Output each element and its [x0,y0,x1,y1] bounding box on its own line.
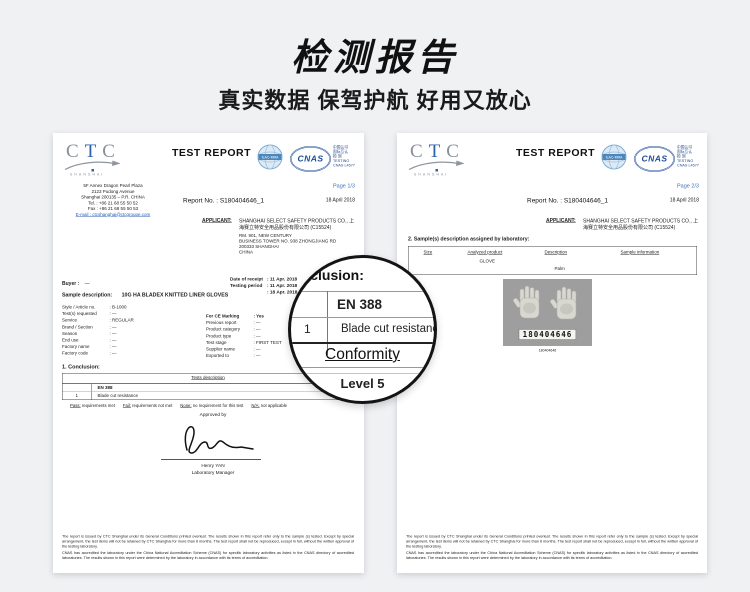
test-report-page-2: CTC SHANGHAI TEST REPORT ILAC-MRA ILAC-M… [397,133,707,573]
ilac-mra-logo: ILAC-MRA ILAC-MRA [257,144,283,170]
signature-rule [161,459,261,460]
accreditation-line: CNAS L4577 [333,163,355,168]
applicant-label: APPLICANT: [202,218,232,224]
report-date-line: : 18 Apr. 2018 [230,289,297,296]
applicant-name: SHANGHAI SELECT SAFETY PRODUCTS CO., 上海赛… [583,218,701,231]
signer-name: Henry YAN [153,463,273,469]
footer-paragraph: CNAS has accredited the laboratory under… [62,551,354,561]
page-number: Page 2/3 [647,183,699,189]
magnified-table-line [291,342,434,344]
report-number: Report No. : S180404646_1 [183,197,264,205]
report-number: Report No. : S180404646_1 [527,197,608,205]
applicant-name-line: 海赛立特安全用品股份有限公司 (C15524) [583,225,701,232]
report-footer: The report is issued by CTC Shanghai und… [62,534,354,562]
sample-table: Size Analyzed product Description Sample in… [408,246,697,275]
cnas-logo: CNAS [634,146,675,172]
field-row: Test(s) requested: — [62,311,134,318]
ctc-arrow-icon [407,159,467,172]
section-title: 检测报告 [0,27,750,81]
accreditation-line: CNAS L4577 [677,163,699,168]
ctc-arrow-icon [63,159,123,172]
signer-title: Laboratory Manager [153,470,273,476]
lab-address: 5F Annex Dragon Pearl Plaza2123 Pudong A… [55,183,171,218]
sample-fields-right: For CE Marking: YesPrevious report: —Pro… [206,313,282,359]
field-row: Previous report: — [206,320,282,327]
ctc-logo-city: SHANGHAI [70,173,104,177]
report-date: 18 April 2018 [639,198,699,204]
footer-paragraph: The report is issued by CTC Shanghai und… [62,534,354,549]
report-footer: The report is issued by CTC Shanghai und… [406,534,698,562]
applicant-address: RM. 901, NEW CENTURYBUSINESS TOWER NO. 9… [239,233,357,255]
applicant-name: SHANGHAI SELECT SAFETY PRODUCTS CO., 上海赛… [239,218,357,231]
sample-table-header: Analyzed product [468,250,503,255]
magnified-row-number: 1 [304,322,311,336]
legend-item: None: no requirement for this test [180,403,243,408]
analyzed-product-value: GLOVE [480,259,496,264]
sample-section-heading: 2. Sample(s) description assigned by lab… [408,236,529,242]
cnas-logo-text: CNAS [297,154,323,164]
svg-text:ILAC-MRA: ILAC-MRA [606,156,623,160]
report-date: 18 April 2018 [295,198,355,204]
buyer-line: Buyer : — [62,281,90,287]
promo-section: 检测报告 真实数据 保驾护航 好用又放心 CTC SHANGHAI 5F Ann… [0,0,750,592]
cnas-logo-text: CNAS [641,154,667,164]
page-number: Page 1/3 [303,183,355,189]
field-row: Brand / Section: — [62,324,134,331]
gloves-image [503,279,592,329]
lab-email: E-mail : ctcshanghai@ctcgroupe.com [55,212,171,218]
sample-photo: 180404646 [503,279,592,346]
sample-table-header: Description [545,250,568,255]
sample-table-header: Size [424,250,433,255]
magnified-table-line [291,291,434,292]
accreditation-text: 中国认可国际互认检 测TESTINGCNAS L4577 [677,145,699,168]
applicant-address-line: CHINA [239,250,357,256]
magnified-result: Conformity [291,346,434,364]
result-legend: Pass: requirements met Fail: requirements… [70,403,295,408]
cnas-logo: CNAS [290,146,331,172]
footer-paragraph: CNAS has accredited the laboratory under… [406,551,698,561]
sample-table-header: Sample information [621,250,660,255]
field-row: End use: — [62,337,134,344]
sample-fields-left: Style / Article no.: B-1000Test(s) reque… [62,304,134,357]
field-row: Exported to: — [206,353,282,360]
ilac-mra-logo: ILAC-MRA ILAC-MRA [601,144,627,170]
accreditation-text: 中国认可国际互认检 测TESTINGCNAS L4577 [333,145,355,168]
legend-item: Pass: requirements met [70,403,115,408]
field-row: Product type: — [206,333,282,340]
section-subtitle: 真实数据 保驾护航 好用又放心 [0,83,750,115]
signature [167,419,259,457]
ctc-logo-city: SHANGHAI [414,173,448,177]
magnified-table-line [291,373,434,374]
field-row: Supplier name: — [206,346,282,353]
magnified-level: Level 5 [291,376,434,391]
applicant-label: APPLICANT: [546,218,576,224]
magnified-table-line [291,317,434,318]
conclusion-table-result-row: 1 Blade cut resistance Level 5 [63,392,354,400]
sample-description-line: Sample description: 10G HA BLADEX KNITTE… [62,292,228,298]
legend-item: N/A: not applicable [251,403,287,408]
doc-title: TEST REPORT [516,147,595,159]
description-value: Palm [555,266,565,271]
approved-by-label: Approved by [153,412,273,418]
field-row: Factory code: — [62,350,134,357]
magnified-standard: EN 388 [337,297,382,312]
applicant-name-line: 海赛立特安全用品股份有限公司 (C15524) [239,225,357,232]
magnified-conclusion-heading: Conclusion: [288,267,364,283]
legend-item: Fail: requirements not met [123,403,172,408]
magnifier-circle: Conclusion: EN 388 1 Blade cut resistanc… [288,255,437,404]
magnified-table-line [291,367,434,368]
sample-photo-caption: 180404646 [503,349,592,353]
svg-text:ILAC-MRA: ILAC-MRA [262,156,279,160]
conclusion-heading: 1. Conclusion: [62,364,100,370]
sample-photo-label: 180404646 [519,329,577,340]
magnified-test-description: Blade cut resistance [341,323,437,335]
doc-title: TEST REPORT [172,147,251,159]
footer-paragraph: The report is issued by CTC Shanghai und… [406,534,698,549]
report-dates: Date of receipt: 11 Apr. 2018Testing per… [230,276,297,296]
